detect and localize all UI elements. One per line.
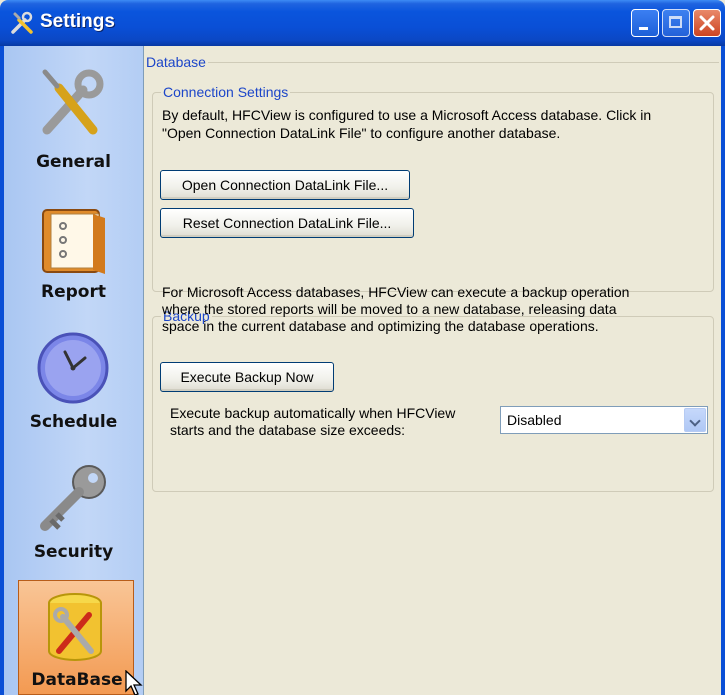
sidebar-item-general[interactable]: General xyxy=(4,46,143,176)
sidebar-item-label: DataBase xyxy=(31,670,123,690)
database-group-title: Database xyxy=(146,54,206,70)
sidebar-item-label: General xyxy=(36,152,111,172)
settings-sidebar: General Report Schedule Security DataBas… xyxy=(4,46,144,695)
database-tools-icon xyxy=(48,593,102,661)
close-button[interactable] xyxy=(693,9,721,37)
backup-description-line1: For Microsoft Access databases, HFCView … xyxy=(162,284,630,300)
close-icon xyxy=(699,15,715,31)
auto-backup-size-dropdown[interactable]: Disabled xyxy=(500,406,708,434)
backup-description-line2: where the stored reports will be moved t… xyxy=(162,301,617,317)
binder-icon xyxy=(42,209,105,274)
connection-description-line2: "Open Connection DataLink File" to confi… xyxy=(162,125,561,141)
window-border-right xyxy=(721,46,725,695)
backup-group: Backup xyxy=(152,308,714,492)
sidebar-item-report[interactable]: Report xyxy=(4,186,143,311)
auto-backup-label-line2: starts and the database size exceeds: xyxy=(170,422,406,438)
sidebar-item-schedule[interactable]: Schedule xyxy=(4,316,143,441)
sidebar-item-label: Security xyxy=(33,542,114,562)
connection-settings-title: Connection Settings xyxy=(163,84,289,100)
execute-backup-now-button[interactable]: Execute Backup Now xyxy=(160,362,334,392)
sidebar-item-database[interactable]: DataBase xyxy=(18,580,134,695)
minimize-button[interactable] xyxy=(631,9,659,37)
sidebar-item-security[interactable]: Security xyxy=(4,446,143,576)
database-settings-panel: Database Connection Settings By default,… xyxy=(144,46,721,695)
settings-window: Settings General Report Schedule Securit… xyxy=(0,0,725,695)
clock-icon xyxy=(37,332,109,404)
reset-connection-datalink-button[interactable]: Reset Connection DataLink File... xyxy=(160,208,414,238)
sidebar-item-label: Schedule xyxy=(29,412,118,432)
chevron-down-icon[interactable] xyxy=(684,408,706,432)
tools-icon xyxy=(11,11,33,34)
mouse-cursor-icon xyxy=(125,670,143,695)
backup-description-line3: space in the current database and optimi… xyxy=(162,318,599,334)
wrench-screwdriver-icon xyxy=(42,69,104,135)
auto-backup-label-line1: Execute backup automatically when HFCVie… xyxy=(170,405,456,421)
database-group: Database xyxy=(144,54,719,70)
open-connection-datalink-button[interactable]: Open Connection DataLink File... xyxy=(160,170,410,200)
sidebar-item-label: Report xyxy=(41,282,106,302)
auto-backup-size-value: Disabled xyxy=(507,412,562,428)
key-icon xyxy=(40,465,106,531)
maximize-button[interactable] xyxy=(662,9,690,37)
connection-description-line1: By default, HFCView is configured to use… xyxy=(162,107,652,123)
title-bar[interactable]: Settings xyxy=(0,0,725,46)
window-title: Settings xyxy=(40,11,115,32)
